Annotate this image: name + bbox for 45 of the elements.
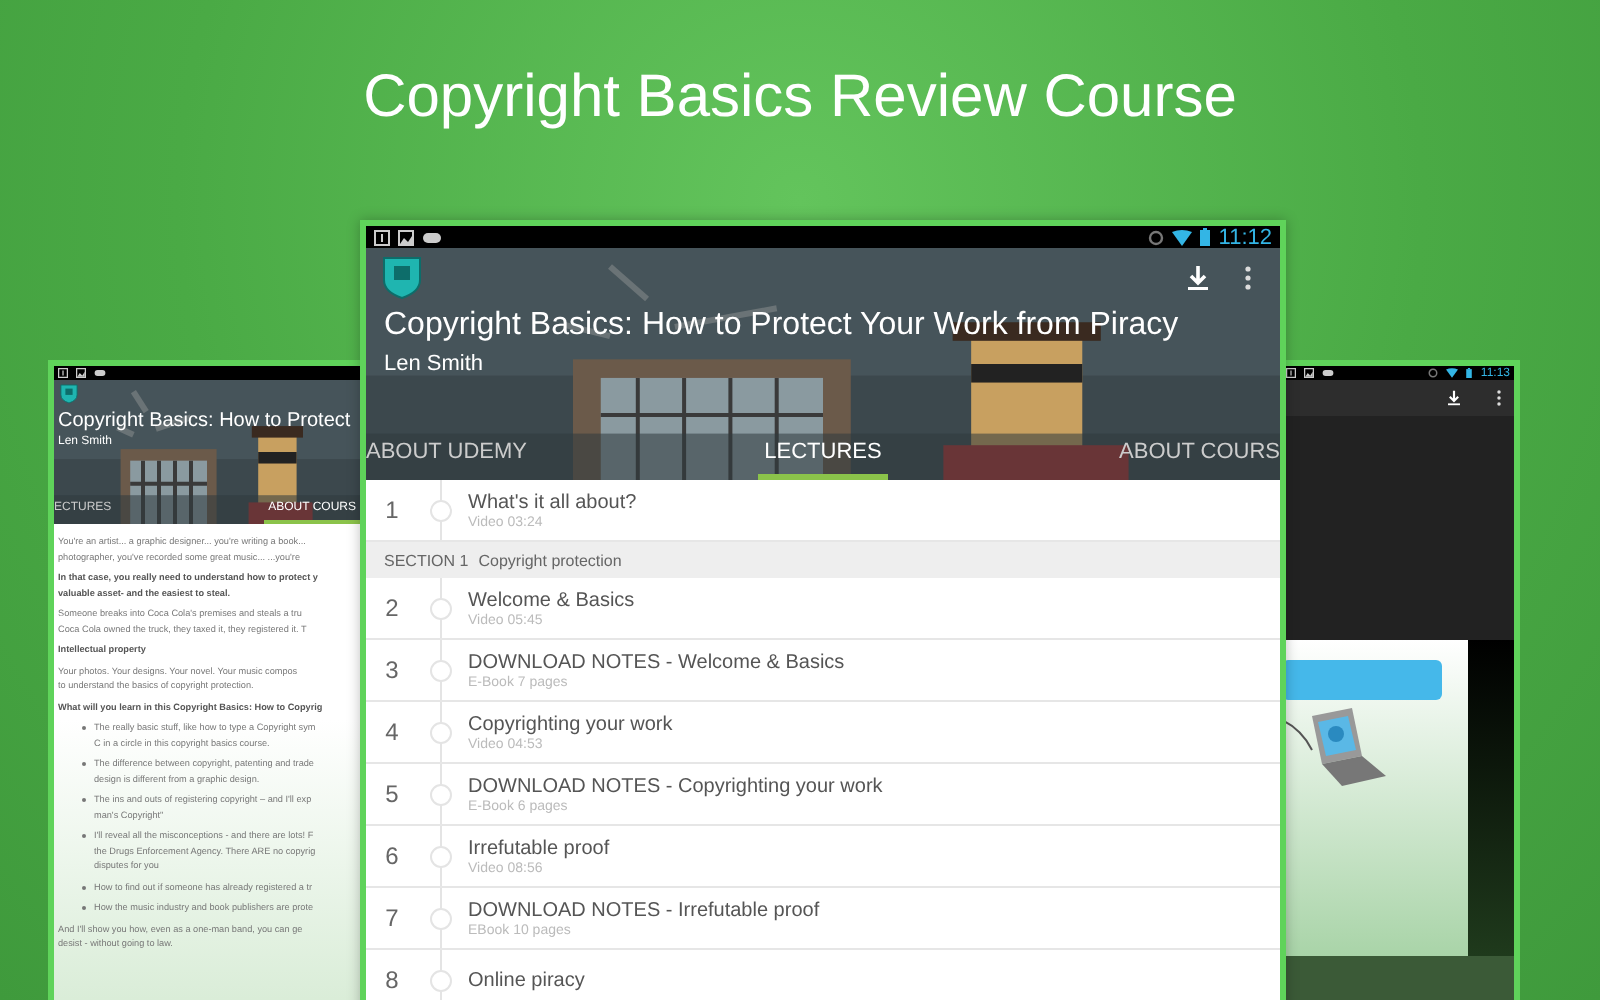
tab[interactable]: ABOUT UDEMY (366, 432, 527, 480)
lecture-number: 7 (383, 904, 401, 932)
lecture-title[interactable]: What's it all about? (468, 491, 637, 513)
lecture-number: 6 (383, 842, 401, 870)
progress-circle-icon (429, 597, 451, 619)
lecture-title[interactable]: Copyrighting your work (468, 713, 673, 735)
battery-icon (1466, 368, 1473, 378)
lecture-number: 5 (383, 780, 401, 808)
lecture-title[interactable]: Online piracy (468, 969, 585, 991)
lecture-number: 4 (383, 718, 401, 746)
tab[interactable]: LECTURES (758, 432, 888, 480)
lecture-title[interactable]: DOWNLOAD NOTES - Copyrighting your work (468, 775, 883, 797)
progress-circle-icon (429, 499, 451, 521)
section-label: SECTION 1 (384, 551, 469, 569)
tab[interactable]: ABOUT COURS (1119, 432, 1280, 480)
more-icon[interactable] (1496, 390, 1502, 406)
lecture-number: 1 (383, 496, 401, 524)
image-icon (1304, 368, 1314, 378)
lecture-title[interactable]: Welcome & Basics (468, 589, 635, 611)
more-icon[interactable] (1244, 266, 1252, 290)
shield-logo-icon (60, 384, 78, 404)
lecture-title[interactable]: DOWNLOAD NOTES - Irrefutable proof (468, 899, 820, 921)
lecture-title[interactable]: Irrefutable proof (468, 837, 610, 859)
section-title: Copyright protection (478, 551, 622, 569)
progress-circle-icon (429, 783, 451, 805)
image-icon (76, 368, 86, 378)
headline: Copyright Basics Review Course (363, 64, 1237, 132)
course-title: Copyright Basics: How to Protect Your Work from Piracy (382, 306, 1181, 344)
lecture-number: 2 (383, 594, 401, 622)
course-title: Copyright Basics: How to Protect (56, 408, 353, 432)
progress-circle-icon (429, 845, 451, 867)
lecture-number: 3 (383, 656, 401, 684)
battery-icon (1200, 228, 1211, 246)
wifi-icon (1446, 368, 1459, 378)
image-icon (398, 229, 414, 245)
author-name: Len Smith (382, 350, 486, 376)
wifi-icon (1172, 229, 1193, 245)
progress-circle-icon (429, 721, 451, 743)
lecture-number: 8 (383, 966, 401, 994)
progress-circle-icon (429, 969, 451, 991)
status-time: 11:12 (1218, 226, 1272, 249)
shield-logo-icon (382, 256, 422, 300)
lecture-title[interactable]: DOWNLOAD NOTES - Welcome & Basics (468, 651, 845, 673)
progress-circle-icon (429, 659, 451, 681)
progress-circle-icon (429, 907, 451, 929)
